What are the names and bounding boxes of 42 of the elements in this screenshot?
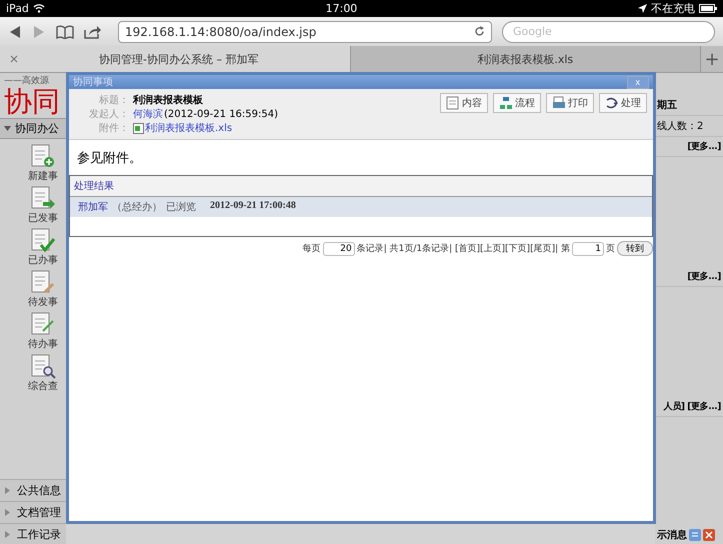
- section-header[interactable]: 工作记录: [0, 523, 66, 544]
- sidebar-item[interactable]: 已发事: [28, 211, 58, 225]
- result-row[interactable]: 邢加军 （总经办） 已浏览 2012-09-21 17:00:48: [70, 197, 652, 217]
- toolbar-button[interactable]: 打印: [546, 93, 594, 113]
- sidebar-item[interactable]: 待发事: [28, 295, 58, 309]
- browser-tab[interactable]: 协同管理-协同办公系统 – 邢加军: [0, 46, 350, 72]
- sidebar-item[interactable]: 综合查: [28, 379, 58, 393]
- attachment-link[interactable]: 利润表报表模板.xls: [145, 121, 232, 135]
- device-name: iPad: [6, 2, 29, 15]
- message-label: 示消息: [657, 528, 687, 542]
- logo-text: 协同: [3, 88, 61, 118]
- toolbar-button[interactable]: 处理: [599, 93, 647, 113]
- field-label: 标题：: [98, 94, 129, 107]
- sidebar-item[interactable]: 待办事: [28, 337, 58, 351]
- field-value: 利润表报表模板: [133, 93, 204, 107]
- pagination-info: 条记录| 共1页/1条记录| [首页][上页][下页][尾页]| 第: [356, 242, 570, 255]
- pagination-label: 每页: [302, 242, 321, 255]
- section-header[interactable]: 文档管理: [0, 501, 66, 523]
- slogan: ——高效源: [3, 74, 50, 88]
- section-header[interactable]: 协同办公: [0, 118, 66, 139]
- section-header[interactable]: 公共信息: [0, 479, 66, 501]
- browser-tab[interactable]: 利润表报表模板.xls: [350, 46, 701, 72]
- toolbar-button[interactable]: 流程: [493, 93, 541, 113]
- clock: 17:00: [326, 2, 358, 15]
- dialog-title: 协同事项: [73, 76, 113, 89]
- field-label: 附件：: [98, 122, 129, 135]
- search-field[interactable]: Google: [502, 20, 715, 42]
- field-label: 发起人：: [89, 108, 129, 121]
- charging-status: 不在充电: [651, 1, 695, 16]
- sidebar-item[interactable]: 新建事: [28, 169, 58, 183]
- go-button[interactable]: 转到: [617, 241, 653, 256]
- page-size-field[interactable]: 20: [322, 242, 355, 256]
- field-value: (2012-09-21 16:59:54): [164, 108, 278, 120]
- sidebar-item[interactable]: 已办事: [28, 253, 58, 267]
- toolbar-button[interactable]: 内容: [440, 93, 488, 113]
- page-number-field[interactable]: 1: [572, 242, 604, 256]
- pagination-label: 页: [606, 243, 615, 255]
- results-heading: 处理结果: [70, 176, 652, 197]
- address-field[interactable]: 192.168.1.14:8080/oa/index.jsp: [118, 20, 492, 42]
- person-link[interactable]: 何海滨: [133, 107, 163, 121]
- new-tab-button[interactable]: +: [701, 46, 723, 72]
- message-body: 参见附件。: [76, 150, 143, 168]
